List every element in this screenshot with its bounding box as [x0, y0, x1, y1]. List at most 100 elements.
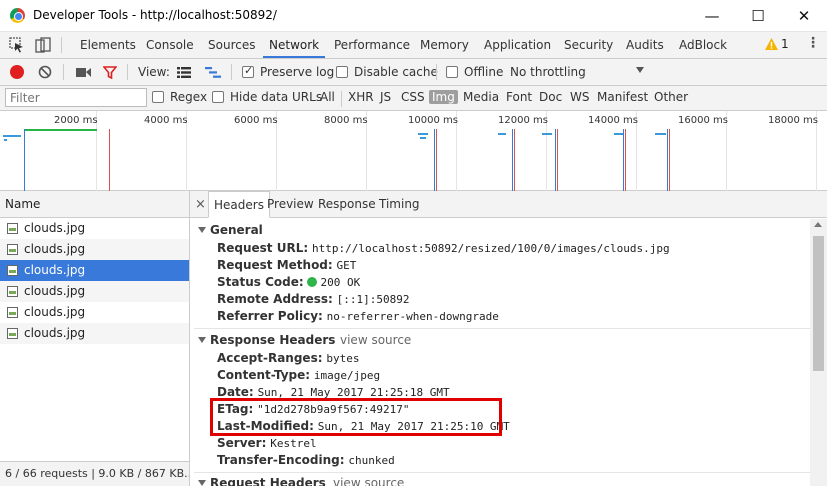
type-filter-doc[interactable]: Doc — [539, 90, 562, 104]
offline-label: Offline — [464, 65, 504, 79]
type-filter-xhr[interactable]: XHR — [348, 90, 374, 104]
type-filter-img[interactable]: Img — [429, 90, 458, 104]
marker-line — [557, 129, 558, 191]
general-section-title: General — [210, 223, 263, 237]
request-row[interactable]: clouds.jpg — [0, 239, 189, 260]
tabbar-separator — [61, 37, 62, 53]
marker-line — [625, 129, 626, 191]
tab-performance[interactable]: Performance — [328, 32, 416, 58]
minimize-button[interactable]: — — [689, 0, 735, 32]
request-row-selected[interactable]: clouds.jpg — [0, 260, 189, 281]
request-headers-toggle[interactable]: Request Headers — [198, 476, 326, 486]
hide-data-urls-checkbox[interactable] — [212, 91, 224, 103]
tab-security[interactable]: Security — [558, 32, 619, 58]
request-row[interactable]: clouds.jpg — [0, 323, 189, 344]
regex-checkbox[interactable] — [152, 91, 164, 103]
type-filter-manifest[interactable]: Manifest — [597, 90, 648, 104]
waterfall-bar — [420, 137, 426, 139]
warning-count: 1 — [781, 37, 789, 51]
devtools-tabbar: Elements Console Sources Network Perform… — [0, 32, 827, 59]
response-view-source-link[interactable]: view source — [340, 333, 411, 347]
disable-cache-checkbox[interactable] — [336, 66, 348, 78]
maximize-button[interactable]: ☐ — [735, 0, 781, 32]
header-key: Date: — [217, 385, 254, 399]
request-url-row: Request URL: http://localhost:50892/resi… — [217, 241, 670, 255]
network-overview-timeline[interactable]: 2000 ms 4000 ms 6000 ms 8000 ms 10000 ms… — [0, 111, 827, 191]
header-value: Kestrel — [270, 437, 317, 450]
timeline-tick-label: 10000 ms — [408, 115, 458, 126]
request-view-source-link[interactable]: view source — [333, 476, 404, 486]
filter-icon[interactable] — [102, 66, 118, 82]
close-detail-icon[interactable]: × — [195, 197, 206, 212]
request-row[interactable]: clouds.jpg — [0, 302, 189, 323]
regex-label: Regex — [170, 90, 208, 104]
name-column-header[interactable]: Name — [0, 191, 189, 218]
tab-application[interactable]: Application — [478, 32, 557, 58]
timeline-tick-label: 4000 ms — [144, 115, 188, 126]
tab-sources[interactable]: Sources — [202, 32, 261, 58]
annotation-highlight-box — [210, 398, 502, 436]
disable-cache-label: Disable cache — [354, 65, 438, 79]
warning-icon[interactable] — [765, 38, 778, 53]
record-icon[interactable] — [10, 65, 24, 79]
remote-address-row: Remote Address: [::1]:50892 — [217, 292, 409, 306]
waterfall-bar — [655, 133, 666, 135]
tab-audits[interactable]: Audits — [620, 32, 670, 58]
tab-adblock[interactable]: AdBlock — [673, 32, 733, 58]
toolbar-separator — [63, 64, 64, 80]
tab-timing[interactable]: Timing — [374, 191, 425, 218]
capture-screenshots-icon[interactable] — [76, 67, 91, 81]
type-filter-all[interactable]: All — [320, 90, 335, 104]
marker-line — [667, 129, 668, 191]
request-list-panel: Name clouds.jpg clouds.jpg clouds.jpg cl… — [0, 191, 190, 486]
timeline-tick-label: 18000 ms — [768, 115, 818, 126]
tab-preview[interactable]: Preview — [262, 191, 319, 218]
image-file-icon — [7, 307, 18, 318]
type-filter-media[interactable]: Media — [463, 90, 499, 104]
request-name: clouds.jpg — [24, 242, 86, 256]
accept-ranges-row: Accept-Ranges: bytes — [217, 351, 359, 365]
type-filter-css[interactable]: CSS — [401, 90, 425, 104]
device-toolbar-icon[interactable] — [35, 37, 51, 53]
large-rows-icon[interactable] — [177, 67, 191, 81]
scroll-up-icon[interactable] — [814, 222, 822, 227]
request-name: clouds.jpg — [24, 263, 86, 277]
tab-headers[interactable]: Headers — [208, 191, 270, 218]
request-method-row: Request Method: GET — [217, 258, 356, 272]
type-filter-js[interactable]: JS — [380, 90, 391, 104]
marker-line — [623, 129, 624, 191]
tab-network[interactable]: Network — [263, 32, 326, 58]
marker-line — [514, 129, 515, 191]
request-row[interactable]: clouds.jpg — [0, 218, 189, 239]
timeline-tick-label: 6000 ms — [234, 115, 278, 126]
detail-scrollbar-thumb[interactable] — [813, 236, 824, 371]
load-event-line — [109, 129, 110, 191]
tab-console[interactable]: Console — [140, 32, 200, 58]
more-options-icon[interactable]: ⋮ — [806, 35, 820, 51]
request-row[interactable]: clouds.jpg — [0, 281, 189, 302]
detail-tabbar: × Headers Preview Response Timing — [190, 191, 827, 218]
dom-content-loaded-line — [24, 129, 25, 191]
tab-response[interactable]: Response — [313, 191, 381, 218]
general-section-toggle[interactable]: General — [198, 223, 263, 237]
close-window-button[interactable]: ✕ — [781, 0, 827, 32]
clear-icon[interactable] — [38, 65, 52, 82]
type-filter-font[interactable]: Font — [506, 90, 532, 104]
view-label: View: — [138, 65, 170, 79]
waterfall-view-icon[interactable] — [205, 67, 221, 81]
header-value: GET — [336, 259, 357, 272]
type-filter-ws[interactable]: WS — [570, 90, 589, 104]
preserve-log-checkbox[interactable] — [242, 64, 254, 78]
date-row: Date: Sun, 21 May 2017 21:25:18 GMT — [217, 385, 450, 399]
image-file-icon — [7, 223, 18, 234]
offline-checkbox[interactable] — [446, 66, 458, 78]
type-filter-other[interactable]: Other — [654, 90, 688, 104]
response-headers-toggle[interactable]: Response Headers — [198, 333, 335, 347]
status-ok-dot-icon — [307, 277, 318, 287]
inspect-element-icon[interactable] — [9, 37, 25, 53]
throttling-select[interactable]: No throttling — [509, 59, 649, 85]
tab-elements[interactable]: Elements — [74, 32, 142, 58]
tab-memory[interactable]: Memory — [414, 32, 475, 58]
filter-input[interactable] — [5, 88, 147, 107]
image-file-icon — [7, 265, 18, 276]
